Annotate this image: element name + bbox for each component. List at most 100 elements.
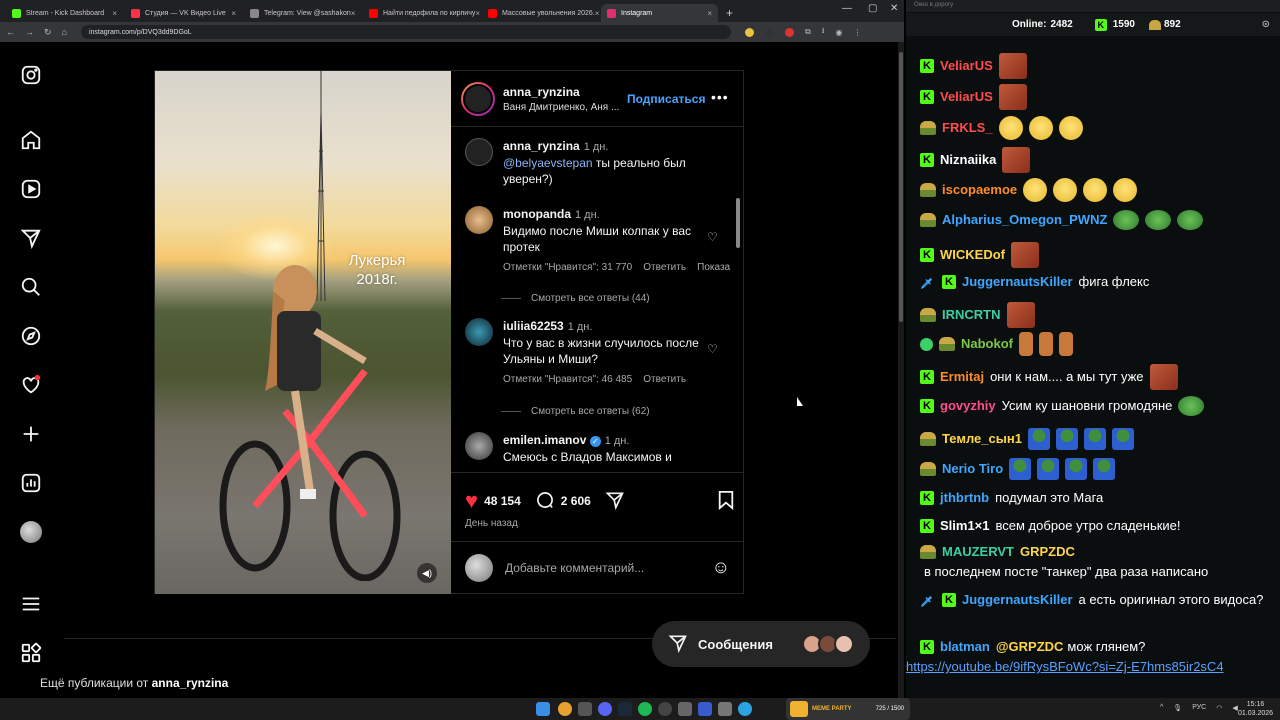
create-plus-icon[interactable] — [20, 423, 42, 445]
chat-username[interactable]: Nabokof — [961, 334, 1013, 354]
reload-icon[interactable]: ↻ — [44, 27, 52, 38]
telegram-taskbar-icon[interactable] — [738, 702, 752, 716]
commenter-avatar[interactable] — [465, 206, 493, 234]
chat-username[interactable]: blatman — [940, 637, 990, 657]
chat-username[interactable]: jthbrtnb — [940, 488, 989, 508]
microphone-icon[interactable]: 🎙 — [1173, 704, 1182, 712]
chevron-up-icon[interactable]: ^ — [1160, 704, 1163, 712]
tab-telegram[interactable]: Telegram: View @sashakon × — [244, 4, 361, 22]
comment-mention[interactable]: @belyaevstepan — [503, 156, 593, 170]
chat-username[interactable]: MAUZERVT — [942, 542, 1014, 562]
chat-username[interactable]: WICKEDof — [940, 245, 1005, 265]
menu-hamburger-icon[interactable] — [20, 593, 42, 615]
chat-username[interactable]: JuggernautsKiller — [962, 590, 1073, 610]
commenter-username[interactable]: iuliia62253 — [503, 319, 564, 333]
commenter-username[interactable]: emilen.imanov — [503, 433, 586, 447]
download-icon[interactable]: ⭳ — [822, 25, 825, 39]
tab-youtube-2[interactable]: Массовые увольнения 2026. × — [482, 4, 599, 22]
follow-button[interactable]: Подписаться — [627, 92, 705, 106]
extension-icon[interactable] — [784, 27, 794, 37]
comments-count[interactable]: 2 606 — [561, 494, 591, 508]
save-bookmark-icon[interactable] — [717, 490, 735, 513]
search-icon[interactable] — [20, 276, 42, 298]
network-icon[interactable]: ◠ — [1216, 704, 1222, 712]
view-replies-button[interactable]: Смотреть все ответы (44) — [501, 293, 650, 304]
tab-youtube-1[interactable]: Найти педофила по кирпичу × — [363, 4, 480, 22]
close-tab-icon[interactable]: × — [231, 9, 236, 18]
notifications-heart-icon[interactable] — [20, 374, 42, 396]
close-tab-icon[interactable]: × — [112, 9, 117, 18]
close-tab-icon[interactable]: × — [351, 9, 356, 18]
commenter-avatar[interactable] — [465, 138, 493, 166]
app-taskbar-icon[interactable] — [718, 702, 732, 716]
forward-icon[interactable]: → — [25, 27, 34, 37]
extension-icon[interactable] — [764, 27, 774, 37]
commenter-avatar[interactable] — [465, 432, 493, 460]
back-icon[interactable]: ← — [6, 27, 15, 37]
chat-link[interactable]: https://youtube.be/9ifRysBFoWc?si=Zj-E7h… — [906, 657, 1224, 677]
show-translation-button[interactable]: Показа — [697, 262, 730, 273]
comment-likes[interactable]: Отметки "Нравится": 46 485 — [503, 374, 632, 385]
chrome-taskbar-icon[interactable] — [558, 702, 572, 716]
menu-dots-icon[interactable]: ⋮ — [854, 28, 862, 37]
author-subtitle[interactable]: Ваня Дмитриенко, Аня ... — [503, 102, 619, 113]
post-media-video[interactable]: Лукерья 2018г. ◀) — [155, 71, 451, 594]
reply-button[interactable]: Ответить — [643, 374, 686, 385]
minimize-icon[interactable]: — — [842, 3, 852, 14]
like-heart-icon[interactable]: ♥ — [465, 490, 478, 512]
chat-mention[interactable]: @GRPZDC — [996, 637, 1064, 657]
system-clock[interactable]: 15:16 01.03.2026 — [1238, 700, 1273, 718]
reels-icon[interactable] — [20, 178, 42, 200]
chat-username[interactable]: VeliarUS — [940, 56, 993, 76]
chat-username[interactable]: govyzhiy — [940, 396, 996, 416]
comments-vertical-scrollbar[interactable] — [736, 198, 740, 248]
comment-icon[interactable] — [535, 490, 555, 513]
mute-toggle-button[interactable]: ◀) — [417, 563, 437, 583]
obs-taskbar-icon[interactable] — [658, 702, 672, 716]
chat-username[interactable]: Slim1×1 — [940, 516, 990, 536]
comment-likes[interactable]: Отметки "Нравится": 31 770 — [503, 262, 632, 273]
chat-username[interactable]: FRKLS_ — [942, 118, 993, 138]
commenter-username[interactable]: anna_rynzina — [503, 139, 580, 153]
app-taskbar-icon[interactable] — [578, 702, 592, 716]
author-avatar[interactable] — [461, 81, 495, 116]
author-username[interactable]: anna_rynzina — [503, 85, 619, 99]
volume-icon[interactable]: ◀ — [1232, 704, 1237, 712]
chat-username[interactable]: Ermitaj — [940, 367, 984, 387]
chat-username[interactable]: VeliarUS — [940, 87, 993, 107]
tab-vk-studio[interactable]: Студия — VK Видео Live × — [125, 4, 242, 22]
add-comment-input[interactable]: Добавьте комментарий... — [505, 561, 644, 575]
like-comment-icon[interactable]: ♡ — [707, 342, 718, 356]
input-language[interactable]: РУС — [1192, 704, 1206, 712]
chat-username[interactable]: IRNCRTN — [942, 305, 1001, 325]
tab-instagram[interactable]: Instagram × — [601, 4, 718, 22]
chat-username[interactable]: Alpharius_Omegon_PWNZ — [942, 210, 1107, 230]
home-icon[interactable] — [20, 129, 42, 151]
messages-button[interactable]: Сообщения — [652, 621, 870, 667]
spotify-taskbar-icon[interactable] — [638, 702, 652, 716]
home-icon[interactable]: ⌂ — [62, 27, 67, 37]
instagram-logo-icon[interactable] — [20, 64, 42, 86]
profile-avatar[interactable] — [20, 521, 42, 543]
browser-scrollbar[interactable] — [898, 42, 904, 698]
app-taskbar-icon[interactable] — [678, 702, 692, 716]
share-icon[interactable] — [605, 490, 625, 513]
app-taskbar-icon[interactable] — [698, 702, 712, 716]
steam-taskbar-icon[interactable] — [618, 702, 632, 716]
chat-mention[interactable]: GRPZDC — [1020, 542, 1075, 562]
close-tab-icon[interactable]: × — [595, 9, 599, 18]
profile-icon[interactable]: ◉ — [836, 28, 843, 37]
settings-icon[interactable]: ⊙ — [1262, 19, 1270, 30]
more-posts-username[interactable]: anna_rynzina — [152, 676, 229, 690]
more-options-icon[interactable]: ••• — [711, 89, 729, 105]
url-input[interactable]: instagram.com/p/DVQ3dd9DGoL — [80, 25, 731, 39]
chat-username[interactable]: Nerio Tiro — [942, 459, 1003, 479]
commenter-avatar[interactable] — [465, 318, 493, 346]
new-tab-button[interactable]: + — [726, 6, 733, 20]
chat-username[interactable]: iscopaemoe — [942, 180, 1017, 200]
extension-icon[interactable] — [744, 27, 754, 37]
reply-button[interactable]: Ответить — [643, 262, 686, 273]
chat-username[interactable]: Темле_сын1 — [942, 429, 1022, 449]
view-replies-button[interactable]: Смотреть все ответы (62) — [501, 406, 650, 417]
chat-username[interactable]: Niznaiika — [940, 150, 996, 170]
